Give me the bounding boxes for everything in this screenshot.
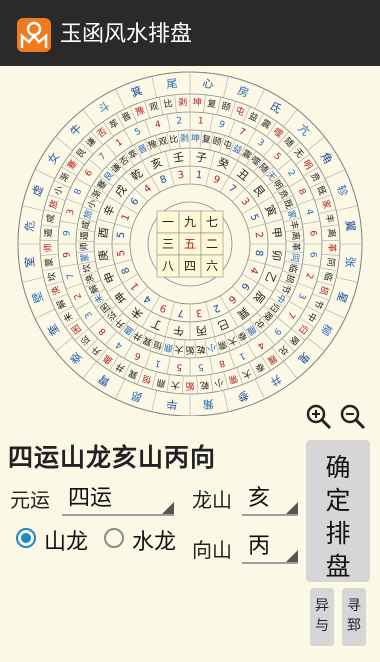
hexagram-label: 剥 xyxy=(178,97,188,108)
yuan-value: 四运 xyxy=(68,486,113,511)
star-mansion-label: 毕 xyxy=(166,397,178,411)
center-palace-number: 三 xyxy=(162,237,174,251)
small-left-char-2: 与 xyxy=(315,618,329,634)
confirm-char-3: 排 xyxy=(325,519,351,548)
ring-number: 9 xyxy=(62,230,72,237)
center-palace-number: 四 xyxy=(184,259,196,273)
mountain-label: 甲 xyxy=(269,226,283,239)
long-value: 亥 xyxy=(248,486,271,511)
dropdown-arrow-icon xyxy=(286,550,298,562)
xiang-spinner[interactable]: 丙 xyxy=(242,526,298,564)
star-mansion-label: 室 xyxy=(22,256,37,268)
title-bar: 玉函风水排盘 xyxy=(0,0,380,66)
center-palace-number: 一 xyxy=(162,215,174,229)
radio-water[interactable] xyxy=(104,528,124,548)
hexagram-inner-label: 大 xyxy=(174,343,184,356)
yuan-spinner[interactable]: 四运 xyxy=(62,478,174,516)
confirm-char-1: 确 xyxy=(325,453,351,482)
small-right-button[interactable]: 寻 郅 xyxy=(342,588,366,646)
hexagram-label: 同 xyxy=(324,257,336,267)
hexagram-inner-label: 姤 xyxy=(185,344,194,356)
ring-number: 6 xyxy=(307,230,317,237)
xiang-value: 丙 xyxy=(248,534,271,559)
hexagram-inner-label: 师 xyxy=(78,242,90,251)
small-right-char-1: 寻 xyxy=(347,598,361,614)
hexagram-inner-label: 坤 xyxy=(191,132,201,144)
star-mansion-label: 尾 xyxy=(166,77,178,91)
long-label: 龙山 xyxy=(192,488,232,512)
center-palace-number: 七 xyxy=(206,215,218,229)
dropdown-arrow-icon xyxy=(286,502,298,514)
ring-number: 5 xyxy=(176,361,183,371)
small-left-char-1: 异 xyxy=(315,598,329,614)
radio-mountain[interactable] xyxy=(16,528,36,548)
hexagram-label: 革 xyxy=(326,243,338,252)
confirm-char-2: 定 xyxy=(325,486,351,515)
confirm-chart-button[interactable]: 确 定 排 盘 xyxy=(306,440,370,582)
hexagram-label: 姤 xyxy=(185,380,194,392)
mountain-label: 子 xyxy=(195,151,208,165)
center-palace-number: 八 xyxy=(162,259,174,273)
hexagram-inner-label: 同 xyxy=(289,252,301,262)
radio-mountain-label[interactable]: 山龙 xyxy=(44,524,88,556)
star-mansion-label: 危 xyxy=(23,220,37,232)
dropdown-arrow-icon xyxy=(162,502,174,514)
hexagram-inner-label: 剥 xyxy=(180,133,190,144)
center-palace-number: 九 xyxy=(184,215,196,229)
ring-number: 5 xyxy=(197,361,204,371)
hexagram-label: 遁 xyxy=(42,228,55,238)
center-palace-number: 六 xyxy=(206,259,218,273)
star-mansion-label: 翼 xyxy=(343,220,357,232)
mountain-label: 午 xyxy=(172,323,185,337)
mountain-label: 酉 xyxy=(97,226,111,239)
ring-number: 6 xyxy=(307,251,317,258)
app-title: 玉函风水排盘 xyxy=(60,22,193,47)
ring-number: 9 xyxy=(62,251,72,258)
small-left-button[interactable]: 异 与 xyxy=(310,588,334,646)
yuan-label: 元运 xyxy=(10,488,50,512)
center-palace-number: 二 xyxy=(206,237,218,251)
hexagram-label: 坤 xyxy=(192,96,202,108)
mountain-label: 丙 xyxy=(195,323,208,337)
mountain-label: 壬 xyxy=(172,151,185,165)
radio-water-label[interactable]: 水龙 xyxy=(132,524,176,556)
star-mansion-label: 张 xyxy=(343,256,357,268)
ring-number: 2 xyxy=(176,116,183,126)
hexagram-inner-label: 遁 xyxy=(78,231,91,241)
hexagram-label: 大 xyxy=(170,379,180,392)
hexagram-inner-label: 乾 xyxy=(196,343,206,356)
hexagram-label: 离 xyxy=(325,228,338,238)
star-mansion-label: 觜 xyxy=(202,397,214,412)
ring-number: 1 xyxy=(197,116,204,126)
small-right-char-2: 郅 xyxy=(347,618,361,634)
mountain-label: 卯 xyxy=(269,249,283,262)
hexagram-label: 师 xyxy=(42,243,54,252)
hexagram-label: 乾 xyxy=(199,379,209,392)
hexagram-inner-label: 离 xyxy=(289,231,302,241)
zoom-out-icon[interactable] xyxy=(340,404,366,430)
chart-heading: 四运山龙亥山丙向 xyxy=(8,443,217,472)
hexagram-inner-label: 革 xyxy=(290,242,302,251)
xiang-label: 向山 xyxy=(192,538,232,562)
confirm-char-4: 盘 xyxy=(325,552,351,581)
luopan-compass[interactable]: 心房氐亢角轸翼张星柳鬼井参觜毕昴胃娄奎壁室危虚女牛斗箕尾坤复颐屯益震噬随无明贲既… xyxy=(0,66,380,416)
long-spinner[interactable]: 亥 xyxy=(242,478,298,516)
center-palace-number: 五 xyxy=(184,237,196,251)
yuhan-logo-icon[interactable] xyxy=(17,18,51,52)
zoom-in-icon[interactable] xyxy=(306,404,332,430)
star-mansion-label: 心 xyxy=(202,77,214,91)
mountain-label: 庚 xyxy=(96,249,111,262)
